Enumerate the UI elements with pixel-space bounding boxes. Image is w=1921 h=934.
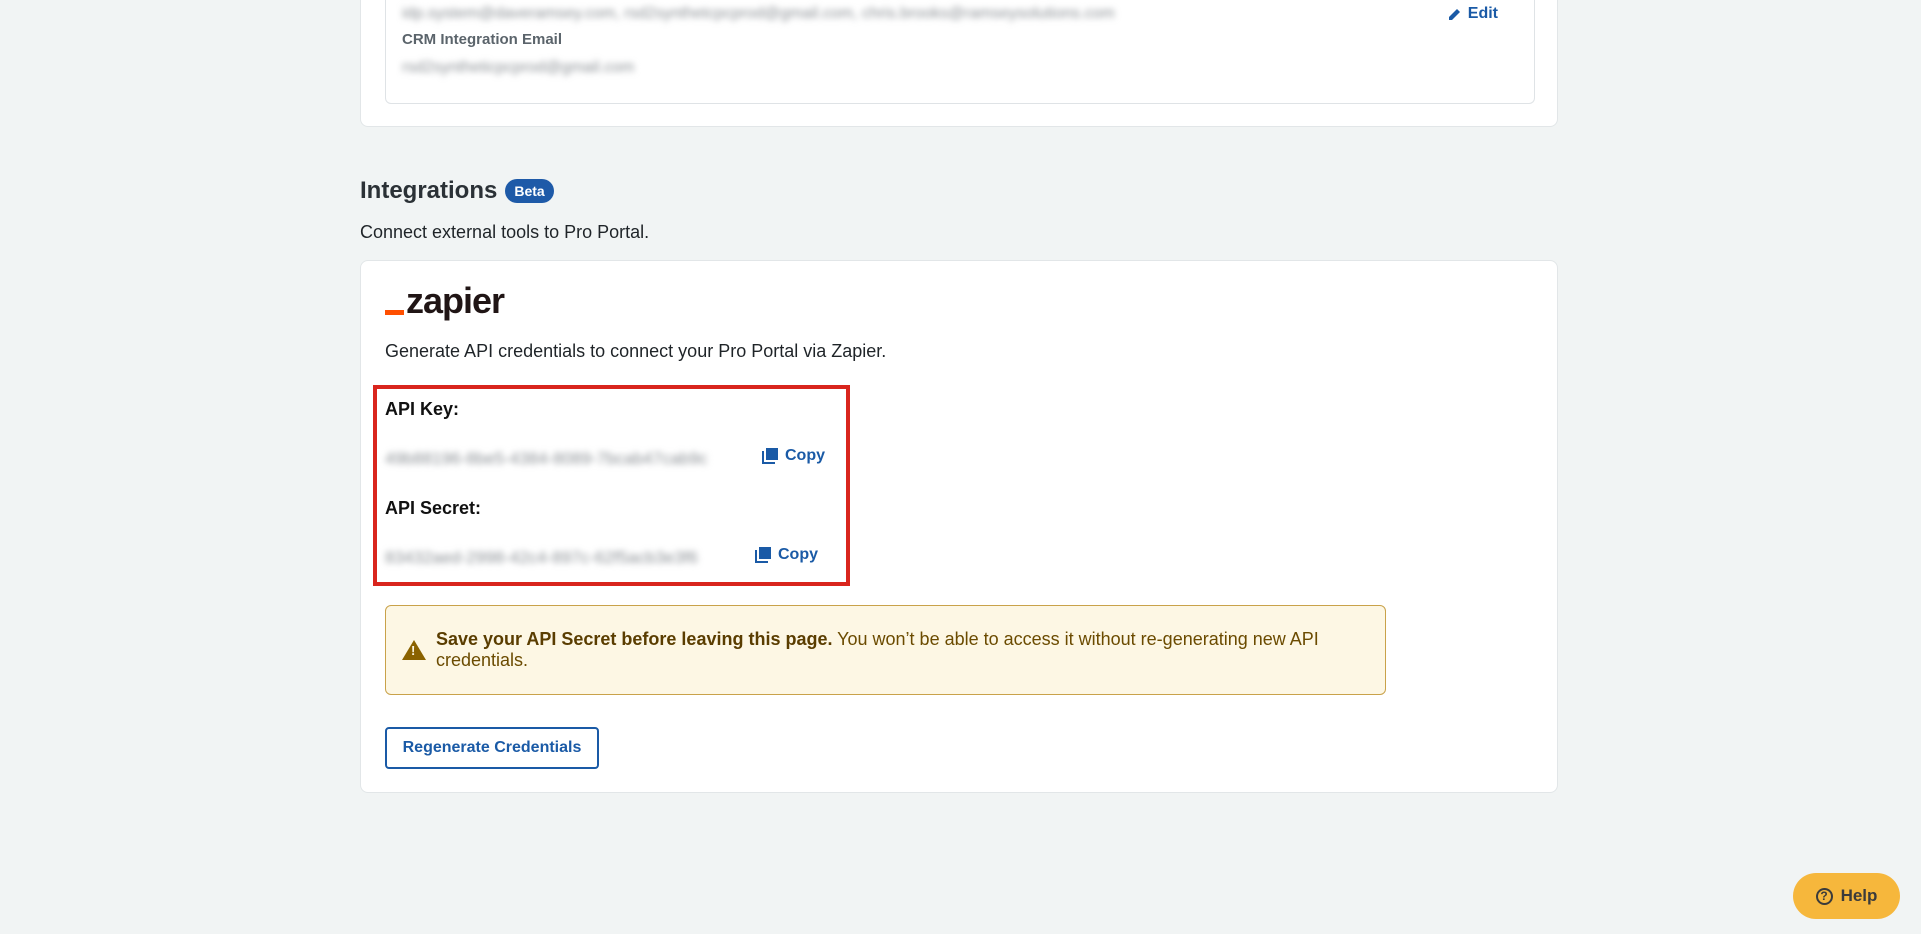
- copy-icon: [762, 447, 779, 465]
- page: idp.system@daveramsey.com, rsd2synthetcp…: [0, 0, 1921, 934]
- integrations-header: Integrations Beta: [360, 177, 554, 205]
- pencil-icon: [1448, 9, 1460, 20]
- notification-emails: idp.system@daveramsey.com, rsd2synthetcp…: [402, 5, 1115, 22]
- copy-icon: [755, 546, 772, 564]
- help-button[interactable]: ? Help: [1793, 873, 1900, 919]
- copy-label: Copy: [785, 447, 825, 464]
- integrations-subtitle: Connect external tools to Pro Portal.: [360, 222, 650, 242]
- edit-label: Edit: [1467, 5, 1498, 22]
- warning-message: Save your API Secret before leaving this…: [436, 629, 1385, 671]
- api-secret-value: 83432aed-2998-42c4-897c-62f5acb3e3f6: [385, 548, 698, 567]
- copy-label: Copy: [778, 546, 818, 563]
- api-secret-label: API Secret:: [385, 498, 482, 518]
- integrations-title: Integrations: [360, 177, 498, 204]
- save-secret-warning: ! Save your API Secret before leaving th…: [385, 605, 1386, 695]
- copy-api-secret-button[interactable]: Copy: [755, 546, 818, 564]
- beta-badge: Beta: [505, 179, 554, 203]
- question-circle-icon: ?: [1815, 887, 1833, 905]
- credentials-highlight-box: API Key: 49b88196-8be5-4384-8089-7bcab47…: [373, 385, 850, 586]
- warning-icon: !: [402, 640, 426, 660]
- help-label: Help: [1840, 886, 1878, 905]
- api-key-value: 49b88196-8be5-4384-8089-7bcab47cab9c: [385, 449, 708, 468]
- edit-button[interactable]: Edit: [1448, 5, 1498, 23]
- zapier-description: Generate API credentials to connect your…: [385, 341, 887, 361]
- warning-strong-text: Save your API Secret before leaving this…: [436, 629, 833, 649]
- zapier-logo-text: zapier: [406, 280, 505, 321]
- zapier-integration-card: zapier Generate API credentials to conne…: [360, 260, 1558, 793]
- crm-email-value: rsd2syntheticpcprod@gmail.com: [402, 59, 635, 76]
- zapier-logo-bar: [385, 310, 404, 315]
- regenerate-credentials-button[interactable]: Regenerate Credentials: [385, 727, 599, 769]
- notification-settings-card: idp.system@daveramsey.com, rsd2synthetcp…: [360, 0, 1558, 127]
- api-key-label: API Key:: [385, 399, 460, 419]
- zapier-logo: zapier: [385, 280, 505, 321]
- notification-settings-inner: idp.system@daveramsey.com, rsd2synthetcp…: [385, 0, 1535, 104]
- copy-api-key-button[interactable]: Copy: [762, 447, 825, 465]
- crm-email-label: CRM Integration Email: [402, 31, 563, 48]
